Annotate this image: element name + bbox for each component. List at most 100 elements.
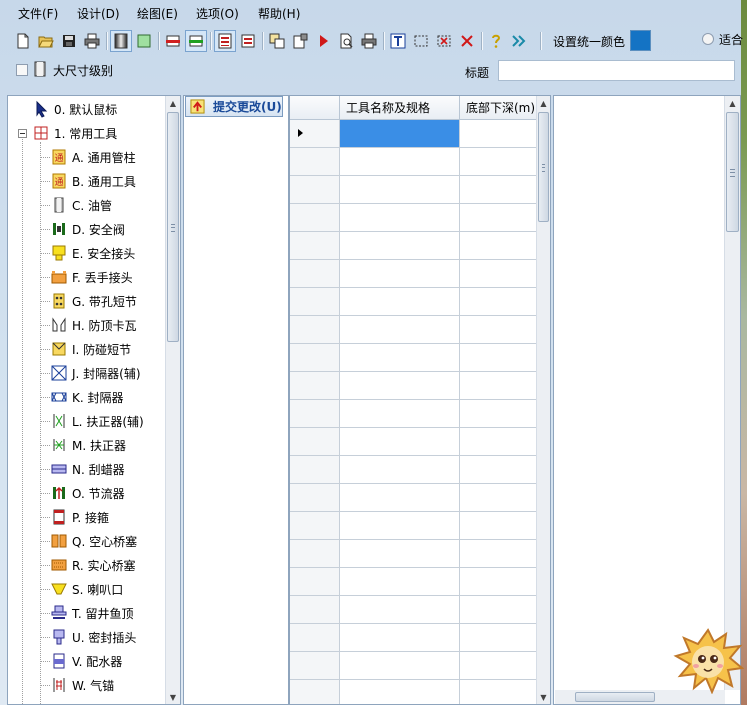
grayscale-button[interactable]: [110, 30, 132, 52]
submit-changes-button[interactable]: 提交更改(U): [185, 96, 283, 117]
tree-node-item[interactable]: N. 刮蜡器: [50, 458, 125, 480]
scroll-up-icon[interactable]: ▲: [537, 96, 550, 110]
cell-bottom-depth[interactable]: [460, 204, 538, 232]
help-button[interactable]: [485, 30, 507, 52]
tree-scrollbar[interactable]: ▲ ▼: [165, 96, 180, 704]
row-header-cell[interactable]: [290, 484, 340, 512]
cell-bottom-depth[interactable]: [460, 456, 538, 484]
row-header-cell[interactable]: [290, 176, 340, 204]
row-header-cell[interactable]: [290, 344, 340, 372]
cell-bottom-depth[interactable]: [460, 484, 538, 512]
big-size-checkbox[interactable]: [16, 64, 28, 76]
tree-node-item[interactable]: G. 带孔短节: [50, 290, 137, 312]
red-line-button[interactable]: [162, 30, 184, 52]
print-button[interactable]: [81, 30, 103, 52]
cell-bottom-depth[interactable]: [460, 680, 538, 704]
title-input[interactable]: [498, 60, 735, 81]
cell-tool-name[interactable]: [340, 260, 460, 288]
cell-bottom-depth[interactable]: [460, 540, 538, 568]
row-header-cell[interactable]: [290, 232, 340, 260]
tree-node-item[interactable]: R. 实心桥塞: [50, 554, 136, 576]
cell-bottom-depth[interactable]: [460, 652, 538, 680]
preview-scrollbar[interactable]: ▲: [724, 96, 740, 690]
cell-tool-name[interactable]: [340, 400, 460, 428]
delete-select-button[interactable]: [433, 30, 455, 52]
forward-button[interactable]: [508, 30, 530, 52]
row-header-cell[interactable]: [290, 624, 340, 652]
row-header-cell[interactable]: [290, 652, 340, 680]
scroll-up-icon[interactable]: ▲: [725, 96, 740, 110]
cell-tool-name[interactable]: [340, 148, 460, 176]
color-swatch-button[interactable]: [630, 30, 651, 51]
scroll-thumb[interactable]: [538, 112, 549, 222]
list-view-button[interactable]: [214, 30, 236, 52]
green-line-button[interactable]: [185, 30, 207, 52]
tree-node-item[interactable]: I. 防碰短节: [50, 338, 131, 360]
tree-node-item[interactable]: W. 气锚: [50, 674, 114, 696]
tree-node-item[interactable]: C. 油管: [50, 194, 112, 216]
cell-bottom-depth[interactable]: [460, 344, 538, 372]
cell-bottom-depth[interactable]: [460, 624, 538, 652]
cell-tool-name[interactable]: [340, 120, 460, 148]
cell-bottom-depth[interactable]: [460, 568, 538, 596]
cell-bottom-depth[interactable]: [460, 596, 538, 624]
scroll-up-icon[interactable]: ▲: [166, 96, 180, 110]
tree-node-item[interactable]: J. 封隔器(辅): [50, 362, 141, 384]
grid-scrollbar[interactable]: ▲ ▼: [536, 96, 550, 704]
tree-node-item[interactable]: O. 节流器: [50, 482, 125, 504]
row-header-cell[interactable]: [290, 372, 340, 400]
row-header-cell[interactable]: [290, 260, 340, 288]
row-header-cell[interactable]: [290, 456, 340, 484]
save-button[interactable]: [58, 30, 80, 52]
tree-collapse-toggle[interactable]: [18, 129, 27, 138]
print-preview-button[interactable]: [335, 30, 357, 52]
cell-bottom-depth[interactable]: [460, 316, 538, 344]
tree-node-item[interactable]: D. 安全阀: [50, 218, 125, 240]
select-rect-button[interactable]: [410, 30, 432, 52]
row-header-cell[interactable]: [290, 120, 340, 148]
tree-node-item[interactable]: M. 扶正器: [50, 434, 126, 456]
tree-node-item[interactable]: Q. 空心桥塞: [50, 530, 137, 552]
tree-node-item[interactable]: P. 接箍: [50, 506, 109, 528]
tree-node-default-mouse[interactable]: 0. 默认鼠标: [32, 98, 117, 120]
scroll-thumb[interactable]: [575, 692, 655, 702]
tree-node-item[interactable]: T. 留井鱼顶: [50, 602, 134, 624]
cell-tool-name[interactable]: [340, 456, 460, 484]
cell-tool-name[interactable]: [340, 316, 460, 344]
scroll-down-icon[interactable]: ▼: [537, 690, 550, 704]
run-button[interactable]: [312, 30, 334, 52]
cell-tool-name[interactable]: [340, 652, 460, 680]
cell-bottom-depth[interactable]: [460, 176, 538, 204]
row-header-cell[interactable]: [290, 512, 340, 540]
menu-design[interactable]: 设计(D): [73, 5, 124, 23]
scroll-thumb[interactable]: [726, 112, 739, 232]
cell-tool-name[interactable]: [340, 428, 460, 456]
row-header-cell[interactable]: [290, 680, 340, 704]
scroll-thumb[interactable]: [167, 112, 179, 342]
cell-tool-name[interactable]: [340, 204, 460, 232]
tree-node-item[interactable]: S. 喇叭口: [50, 578, 123, 600]
row-header-cell[interactable]: [290, 428, 340, 456]
cell-tool-name[interactable]: [340, 680, 460, 704]
row-header-cell[interactable]: [290, 316, 340, 344]
tree-node-item[interactable]: V. 配水器: [50, 650, 122, 672]
cell-tool-name[interactable]: [340, 512, 460, 540]
cell-tool-name[interactable]: [340, 624, 460, 652]
tree-node-item[interactable]: K. 封隔器: [50, 386, 124, 408]
cell-tool-name[interactable]: [340, 232, 460, 260]
row-header-cell[interactable]: [290, 596, 340, 624]
tree-node-item[interactable]: 通 A. 通用管柱: [50, 146, 136, 168]
row-header-cell[interactable]: [290, 288, 340, 316]
cell-tool-name[interactable]: [340, 344, 460, 372]
cell-bottom-depth[interactable]: [460, 120, 538, 148]
cell-bottom-depth[interactable]: [460, 372, 538, 400]
paste-special-button[interactable]: [289, 30, 311, 52]
grid-column-header-tool-name[interactable]: 工具名称及规格: [340, 96, 460, 120]
cell-bottom-depth[interactable]: [460, 400, 538, 428]
red-list-button[interactable]: [237, 30, 259, 52]
scroll-down-icon[interactable]: ▼: [166, 690, 180, 704]
cell-bottom-depth[interactable]: [460, 512, 538, 540]
tree-node-item[interactable]: H. 防顶卡瓦: [50, 314, 136, 336]
copy-layer-button[interactable]: [266, 30, 288, 52]
tree-node-item[interactable]: E. 安全接头: [50, 242, 135, 264]
